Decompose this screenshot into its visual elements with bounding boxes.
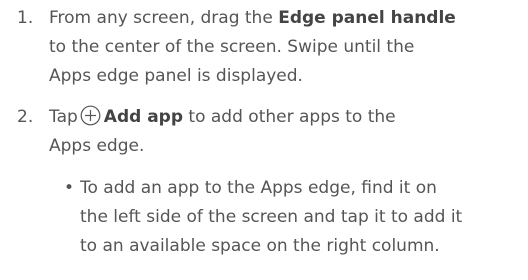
add-app-label: Add app (103, 107, 184, 127)
step-line: Apps edge panel is displayed. (49, 66, 303, 86)
bullet-line: To add an app to the Apps edge, find it … (80, 178, 437, 198)
bullet-dot: • (64, 178, 75, 198)
bullet-line: the left side of the screen and tap it t… (80, 207, 463, 227)
step-text-suffix: to add other apps to the (183, 107, 396, 127)
step-line: Tap Add app to add other apps to the (49, 103, 519, 132)
bullet-text: To add an app to the Apps edge, find it … (80, 174, 520, 261)
step-text: Tap Add app to add other apps to the Apps… (49, 103, 519, 161)
step-line: From any screen, drag the Edge panel han… (49, 4, 519, 33)
step-text-prefix: Tap (49, 107, 78, 127)
step-line: Apps edge. (49, 136, 145, 156)
plus-circle-icon (80, 105, 101, 126)
step-line: to the center of the screen. Swipe until… (49, 37, 415, 57)
step-number: 2. (17, 107, 34, 127)
bullet-line: to an available space on the right colum… (80, 236, 440, 256)
step-text-prefix: From any screen, drag the (49, 8, 279, 28)
step-number: 1. (17, 8, 34, 28)
step-text: From any screen, drag the Edge panel han… (49, 4, 519, 91)
edge-panel-handle-label: Edge panel handle (278, 8, 456, 28)
